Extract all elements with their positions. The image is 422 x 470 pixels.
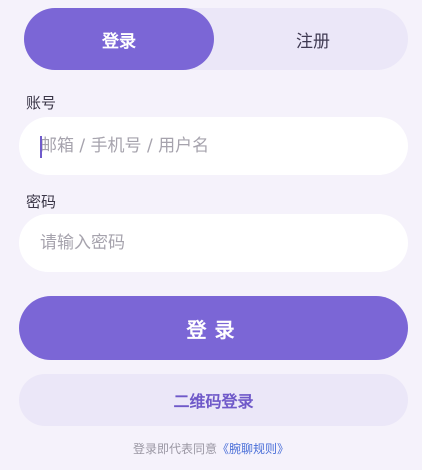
tab-login-label: 登录 [102, 31, 136, 52]
password-input[interactable] [40, 214, 390, 272]
auth-tab-switch: 登录 注册 [24, 8, 408, 70]
agreement-text: 登录即代表同意 [132, 442, 217, 456]
account-label: 账号 [26, 94, 57, 112]
agreement-notice: 登录即代表同意《腕聊规则》 [0, 440, 422, 457]
tab-login[interactable]: 登录 [24, 8, 214, 70]
text-caret [40, 136, 42, 158]
account-input[interactable] [40, 117, 390, 175]
qr-login-button[interactable]: 二维码登录 [19, 374, 408, 426]
tab-register[interactable]: 注册 [218, 12, 408, 66]
password-field [19, 214, 408, 272]
account-field [19, 117, 408, 175]
rules-link[interactable]: 《腕聊规则》 [217, 442, 289, 456]
login-button[interactable]: 登录 [19, 296, 408, 360]
password-label: 密码 [26, 193, 57, 211]
tab-register-label: 注册 [296, 31, 330, 52]
